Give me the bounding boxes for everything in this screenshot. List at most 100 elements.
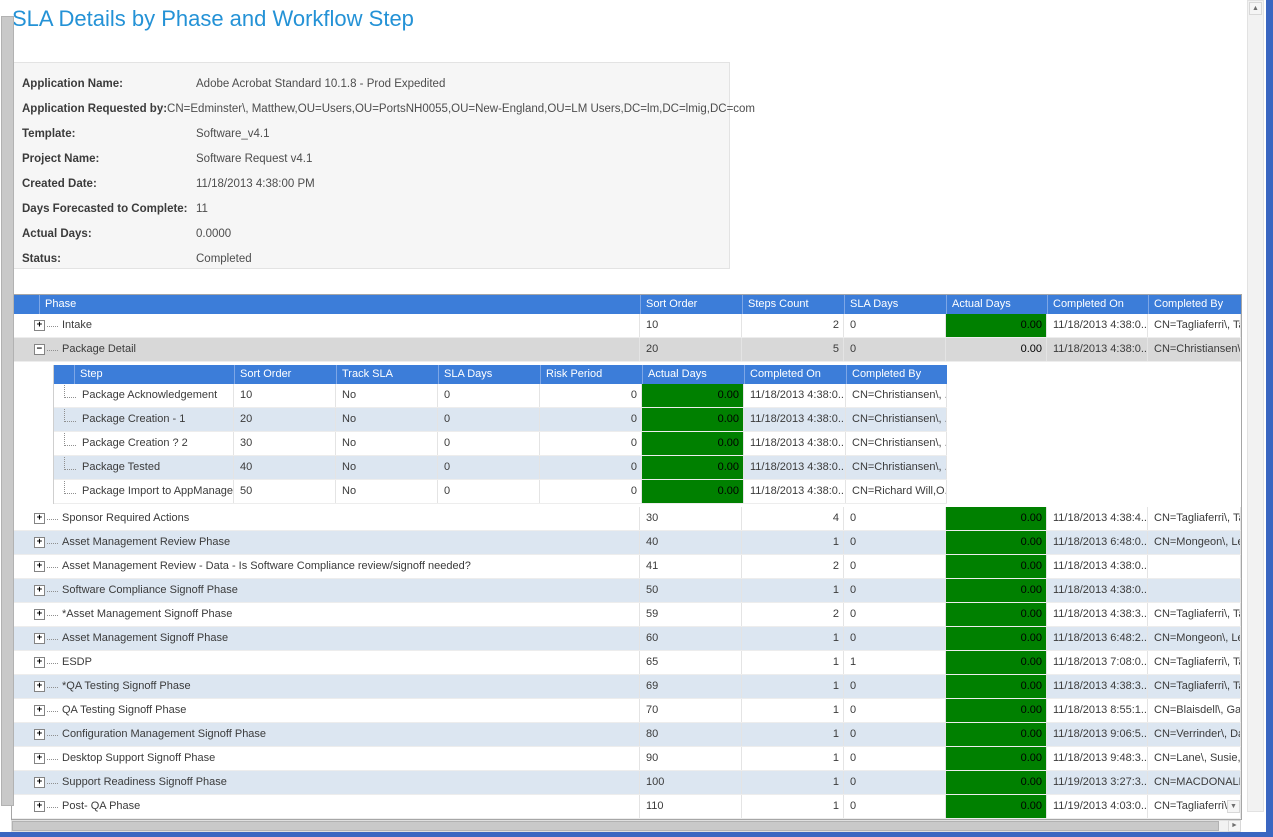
expand-toggle-icon[interactable]: + [34,633,45,644]
horizontal-scrollbar-thumb[interactable] [12,821,1219,831]
actual-days-cell: 0.00 [946,699,1047,722]
phase-row[interactable]: +Post- QA Phase 110 1 0 0.00 11/19/2013 … [12,795,1241,819]
phase-cell: + *QA Testing Signoff Phase [12,675,640,698]
page-scrollbar[interactable]: ▲ [1247,0,1264,812]
step-completed-on-cell: 11/18/2013 4:38:0... [744,456,846,479]
completed-on-cell: 11/18/2013 7:08:0... [1047,651,1148,674]
expand-toggle-icon[interactable]: + [34,513,45,524]
expand-toggle-icon[interactable]: + [34,561,45,572]
expand-toggle-icon[interactable]: − [34,344,45,355]
track-sla-cell: No [336,432,438,455]
tree-connector-icon [64,480,76,494]
steps-count-cell: 1 [742,747,844,770]
expand-toggle-icon[interactable]: + [34,801,45,812]
info-row: Application Name: Adobe Acrobat Standard… [12,72,729,97]
sla-days-cell: 0 [844,795,946,818]
expand-toggle-icon[interactable]: + [34,537,45,548]
sort-order-cell: 30 [640,507,742,530]
step-grid: Step Sort Order Track SLA SLA Days Risk … [53,365,947,504]
phase-cell: +Asset Management Signoff Phase [12,627,640,650]
expand-toggle-icon[interactable]: + [34,585,45,596]
expand-toggle-icon[interactable]: + [34,657,45,668]
column-header-sort-order: Sort Order [640,295,742,314]
expand-toggle-icon[interactable]: + [34,729,45,740]
sla-days-cell: 0 [844,699,946,722]
actual-days-cell: 0.00 [946,338,1047,361]
step-sla-days-cell: 0 [438,432,540,455]
expand-toggle-icon[interactable]: + [34,681,45,692]
tree-dots-icon [47,349,58,351]
step-sort-order-cell: 30 [234,432,336,455]
track-sla-cell: No [336,480,438,503]
phase-row[interactable]: +*Asset Management Signoff Phase 59 2 0 … [12,603,1241,627]
phase-row[interactable]: +Software Compliance Signoff Phase 50 1 … [12,579,1241,603]
steps-count-cell: 1 [742,675,844,698]
sort-order-cell: 50 [640,579,742,602]
completed-on-cell: 11/19/2013 4:03:0... [1047,795,1148,818]
column-header-step: Step [74,365,234,384]
completed-on-cell: 11/18/2013 4:38:0... [1047,555,1148,578]
actual-days-cell: 0.00 [946,651,1047,674]
expand-toggle-icon[interactable]: + [34,320,45,331]
actual-days-cell: 0.00 [946,771,1047,794]
sort-order-cell: 90 [640,747,742,770]
expand-toggle-icon[interactable]: + [34,609,45,620]
horizontal-scrollbar[interactable]: ► [11,820,1240,832]
column-header-step-completed-by: Completed By [846,365,947,384]
completed-by-cell [1148,555,1241,578]
phase-row[interactable]: +Sponsor Required Actions 30 4 0 0.00 11… [12,507,1241,531]
phase-row[interactable]: −Package Detail 20 5 0 0.00 11/18/2013 4… [12,338,1241,362]
actual-days-cell: 0.00 [946,723,1047,746]
expand-toggle-icon[interactable]: + [34,753,45,764]
phase-label: *QA Testing Signoff Phase [62,675,191,698]
phase-label: Sponsor Required Actions [62,507,189,530]
sort-order-cell: 110 [640,795,742,818]
phase-row[interactable]: +Desktop Support Signoff Phase 90 1 0 0.… [12,747,1241,771]
phase-cell: +Post- QA Phase [12,795,640,818]
phase-label: ESDP [62,651,92,674]
phase-cell: −Package Detail [12,338,640,361]
window-border-bottom [0,832,1266,837]
column-header-sla-days: SLA Days [844,295,946,314]
phase-cell: +Software Compliance Signoff Phase [12,579,640,602]
expand-toggle-icon[interactable]: + [34,705,45,716]
completed-by-cell: CN=Mongeon\, Le... [1148,627,1241,650]
scroll-up-button[interactable]: ▲ [1249,2,1262,15]
phase-row[interactable]: +Asset Management Review Phase 40 1 0 0.… [12,531,1241,555]
step-row[interactable]: Package Tested 40 No 0 0 0.00 11/18/2013… [54,456,947,480]
phase-row[interactable]: +Intake 10 2 0 0.00 11/18/2013 4:38:0...… [12,314,1241,338]
page-scrollbar-thumb[interactable] [1,16,14,806]
actual-days-cell: 0.00 [946,531,1047,554]
step-sla-days-cell: 0 [438,480,540,503]
step-completed-by-cell: CN=Christiansen\, ... [846,384,947,407]
report-info-panel: Application Name: Adobe Acrobat Standard… [11,62,730,269]
step-sla-days-cell: 0 [438,456,540,479]
step-row[interactable]: Package Acknowledgement 10 No 0 0 0.00 1… [54,384,947,408]
sla-days-cell: 0 [844,555,946,578]
phase-row[interactable]: +Support Readiness Signoff Phase 100 1 0… [12,771,1241,795]
phase-row[interactable]: +Asset Management Review - Data - Is Sof… [12,555,1241,579]
actual-days-cell: 0.00 [946,507,1047,530]
step-row[interactable]: Package Import to AppManager 50 No 0 0 0… [54,480,947,504]
phase-row[interactable]: +Configuration Management Signoff Phase … [12,723,1241,747]
step-row[interactable]: Package Creation ? 2 30 No 0 0 0.00 11/1… [54,432,947,456]
grid-scroll-down-button[interactable]: ▼ [1227,800,1240,813]
scroll-right-button[interactable]: ► [1228,820,1241,832]
step-actual-days-cell: 0.00 [642,480,744,503]
step-label: Package Creation ? 2 [82,432,188,455]
sla-days-cell: 0 [844,338,946,361]
expand-toggle-icon[interactable]: + [34,777,45,788]
phase-label: Support Readiness Signoff Phase [62,771,227,794]
info-value: 0.0000 [196,222,231,247]
phase-row[interactable]: +*QA Testing Signoff Phase 69 1 0 0.00 1… [12,675,1241,699]
completed-by-cell: CN=Lane\, Susie,O... [1148,747,1241,770]
step-row[interactable]: Package Creation - 1 20 No 0 0 0.00 11/1… [54,408,947,432]
step-cell: Package Creation - 1 [54,408,234,431]
sla-days-cell: 0 [844,771,946,794]
phase-row[interactable]: +QA Testing Signoff Phase 70 1 0 0.00 11… [12,699,1241,723]
phase-row[interactable]: +Asset Management Signoff Phase 60 1 0 0… [12,627,1241,651]
step-sla-days-cell: 0 [438,408,540,431]
phase-row[interactable]: +ESDP 65 1 1 0.00 11/18/2013 7:08:0... C… [12,651,1241,675]
phase-grid-header: Phase Sort Order Steps Count SLA Days Ac… [12,295,1241,314]
steps-count-cell: 1 [742,771,844,794]
